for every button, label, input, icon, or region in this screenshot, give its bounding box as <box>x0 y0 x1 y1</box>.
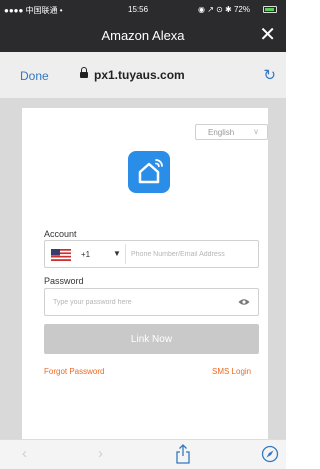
language-select[interactable]: English ∨ <box>195 124 268 140</box>
password-input[interactable] <box>53 297 223 308</box>
reload-icon[interactable]: ↻ <box>263 66 276 84</box>
close-icon[interactable]: ✕ <box>259 24 276 46</box>
home-icon <box>138 159 163 184</box>
url-text[interactable]: px1.tuyaus.com <box>94 68 185 82</box>
back-icon[interactable]: ‹ <box>22 446 27 462</box>
app-title: Amazon Alexa <box>101 28 185 43</box>
lock-icon <box>80 67 88 78</box>
status-bar: ●●●● 中国联通 • 15:56 ◉ ↗ ⊙ ✱ 72% <box>0 0 286 20</box>
share-icon[interactable] <box>175 444 191 464</box>
link-now-button[interactable]: Link Now <box>44 324 259 354</box>
us-flag-icon[interactable] <box>51 249 71 261</box>
eye-icon[interactable] <box>238 298 250 306</box>
smart-home-logo <box>128 151 170 193</box>
password-label: Password <box>44 276 84 286</box>
battery-icon <box>263 6 277 13</box>
compass-icon[interactable] <box>261 445 279 463</box>
forgot-password-link[interactable]: Forgot Password <box>44 367 104 376</box>
done-button[interactable]: Done <box>20 69 49 83</box>
country-code[interactable]: +1 <box>81 250 90 259</box>
language-value: English <box>208 128 235 137</box>
account-field: +1 ▼ <box>44 240 259 268</box>
clock: 15:56 <box>128 5 149 14</box>
phone-email-input[interactable] <box>131 249 256 260</box>
browser-url-bar: Done px1.tuyaus.com ↻ <box>0 52 286 98</box>
field-divider <box>125 244 126 264</box>
account-label: Account <box>44 229 77 239</box>
password-field <box>44 288 259 316</box>
chevron-down-icon: ∨ <box>253 127 259 136</box>
status-indicators: ◉ ↗ ⊙ ✱ 72% <box>198 5 250 14</box>
forward-icon[interactable]: › <box>98 446 103 462</box>
carrier-label: ●●●● 中国联通 • <box>4 6 63 15</box>
sms-login-link[interactable]: SMS Login <box>212 367 251 376</box>
country-dropdown-icon[interactable]: ▼ <box>113 249 121 258</box>
app-bar: Amazon Alexa ✕ <box>0 20 286 52</box>
browser-toolbar: ‹ › <box>0 439 286 469</box>
